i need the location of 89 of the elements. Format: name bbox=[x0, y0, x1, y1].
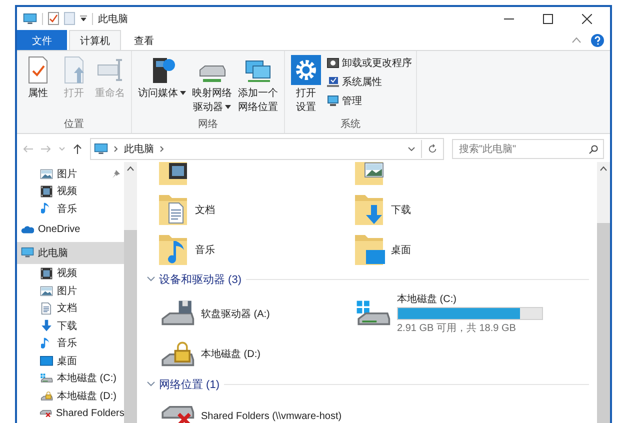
monitor-icon bbox=[20, 246, 34, 258]
film-icon bbox=[40, 184, 52, 198]
picture-icon bbox=[40, 286, 52, 296]
folder-item[interactable]: 下载 bbox=[353, 190, 549, 230]
music-note-icon bbox=[41, 336, 51, 350]
sidebar-item[interactable]: 下载 bbox=[17, 317, 124, 334]
search-field[interactable]: 搜索"此电脑" bbox=[452, 139, 604, 159]
folder-item[interactable]: 音乐 bbox=[157, 230, 353, 270]
chevron-down-icon[interactable] bbox=[147, 276, 155, 282]
sidebar-item[interactable]: Shared Folders bbox=[17, 404, 124, 422]
file-menu-tab[interactable]: 文件 bbox=[17, 30, 67, 50]
sidebar-item[interactable]: 音乐 bbox=[17, 200, 124, 218]
sidebar-item[interactable]: 图片 bbox=[17, 165, 124, 182]
ribbon-command-button[interactable]: 管理 bbox=[327, 93, 412, 109]
chevron-down-icon[interactable] bbox=[147, 381, 155, 387]
desktop-icon bbox=[40, 356, 52, 366]
maximize-icon[interactable] bbox=[543, 14, 553, 24]
folder-icon bbox=[353, 233, 387, 267]
address-field[interactable]: 此电脑 bbox=[90, 138, 444, 160]
ribbon-command-button[interactable]: 卸载或更改程序 bbox=[327, 55, 412, 71]
ribbon-command-button[interactable]: 打开 设置 bbox=[289, 55, 323, 117]
scroll-up-caret-icon[interactable] bbox=[600, 166, 607, 171]
music-note-icon bbox=[41, 202, 51, 216]
help-icon[interactable] bbox=[591, 34, 604, 46]
sidebar-item[interactable]: OneDrive bbox=[17, 218, 124, 240]
ribbon-command-button[interactable]: 添加一个 网络位置 bbox=[236, 55, 280, 117]
document-icon bbox=[40, 302, 52, 315]
window-title: 此电脑 bbox=[98, 12, 128, 26]
scrollbar[interactable] bbox=[597, 162, 610, 423]
down-arrow-icon bbox=[40, 319, 52, 332]
picture-icon bbox=[40, 168, 52, 179]
disconnected-drive-icon bbox=[39, 410, 52, 417]
up-arrow-icon[interactable] bbox=[73, 144, 82, 154]
sidebar-item[interactable]: 本地磁盘 (C:) bbox=[17, 370, 124, 387]
free-space-text: 2.91 GB 可用，共 18.9 GB bbox=[397, 322, 517, 335]
drive-item[interactable]: 本地磁盘 (D:) bbox=[157, 335, 353, 373]
ribbon-group-label: 位置 bbox=[64, 118, 84, 131]
drive-label: Shared Folders (\\vmware-host) bbox=[201, 410, 342, 422]
film-icon bbox=[40, 266, 52, 280]
computer-check-icon bbox=[327, 76, 339, 88]
section-header[interactable]: 设备和驱动器 (3) bbox=[159, 272, 242, 286]
sidebar-item[interactable]: 此电脑 bbox=[17, 242, 124, 264]
windows-drive-icon bbox=[355, 299, 391, 328]
sidebar-item[interactable]: 视频 bbox=[17, 264, 124, 282]
cloud-icon bbox=[20, 224, 34, 234]
ribbon-command-button[interactable]: 系统属性 bbox=[327, 74, 412, 90]
monitor-icon bbox=[23, 12, 37, 24]
scrollbar[interactable] bbox=[124, 162, 137, 423]
section-header[interactable]: 网络位置 (1) bbox=[159, 376, 220, 392]
floppy-drive-icon bbox=[159, 299, 195, 328]
ribbon-command-button[interactable]: 映射网络 驱动器 bbox=[190, 55, 234, 117]
locked-drive-icon bbox=[159, 340, 195, 368]
sidebar-item[interactable]: 音乐 bbox=[17, 334, 124, 352]
computer-tools-icon bbox=[327, 95, 339, 107]
settings-icon bbox=[291, 55, 321, 85]
sidebar-item[interactable]: 视频 bbox=[17, 182, 124, 200]
ribbon-tab[interactable]: 计算机 bbox=[69, 30, 121, 50]
scroll-up-caret-icon[interactable] bbox=[127, 166, 134, 171]
disconnected-drive-icon bbox=[159, 406, 195, 423]
ribbon-group-label: 网络 bbox=[198, 118, 218, 131]
drive-item[interactable]: 本地磁盘 (C:) 2.91 GB 可用，共 18.9 GB bbox=[353, 292, 593, 335]
drive-label: 软盘驱动器 (A:) bbox=[201, 308, 270, 320]
sidebar-item[interactable]: 本地磁盘 (D:) bbox=[17, 387, 124, 404]
search-icon bbox=[589, 144, 598, 154]
ribbon-tab[interactable]: 查看 bbox=[123, 30, 165, 50]
ribbon-command-button[interactable]: 访问媒体 bbox=[136, 55, 188, 117]
sidebar-item[interactable]: 桌面 bbox=[17, 352, 124, 370]
drive-label: 本地磁盘 (C:) bbox=[397, 292, 458, 306]
ribbon-group-label: 系统 bbox=[340, 118, 360, 131]
monitor-icon bbox=[94, 143, 108, 155]
folder-item[interactable]: 文档 bbox=[157, 190, 353, 230]
ribbon-command-button[interactable]: 属性 bbox=[21, 55, 55, 117]
breadcrumb-link[interactable]: 此电脑 bbox=[124, 142, 154, 156]
collapse-caret-icon[interactable] bbox=[572, 37, 581, 43]
checkmark-document-icon[interactable] bbox=[48, 12, 59, 25]
dropdown-caret-icon[interactable] bbox=[80, 15, 87, 22]
locked-drive-icon bbox=[40, 390, 52, 401]
folder-item[interactable]: 桌面 bbox=[353, 230, 549, 270]
chevron-right-icon bbox=[160, 146, 164, 152]
drive-item[interactable]: 软盘驱动器 (A:) bbox=[157, 292, 353, 335]
sidebar-item[interactable]: 文档 bbox=[17, 300, 124, 317]
program-box-icon bbox=[327, 57, 339, 69]
drive-label: 本地磁盘 (D:) bbox=[201, 348, 260, 361]
drive-item[interactable]: Shared Folders (\\vmware-host) bbox=[157, 397, 353, 423]
chevron-right-icon bbox=[114, 146, 118, 152]
close-icon[interactable] bbox=[582, 14, 592, 24]
dropdown-caret-icon[interactable] bbox=[408, 147, 415, 151]
sidebar-item[interactable]: 图片 bbox=[17, 282, 124, 300]
windows-drive-icon bbox=[40, 373, 52, 384]
